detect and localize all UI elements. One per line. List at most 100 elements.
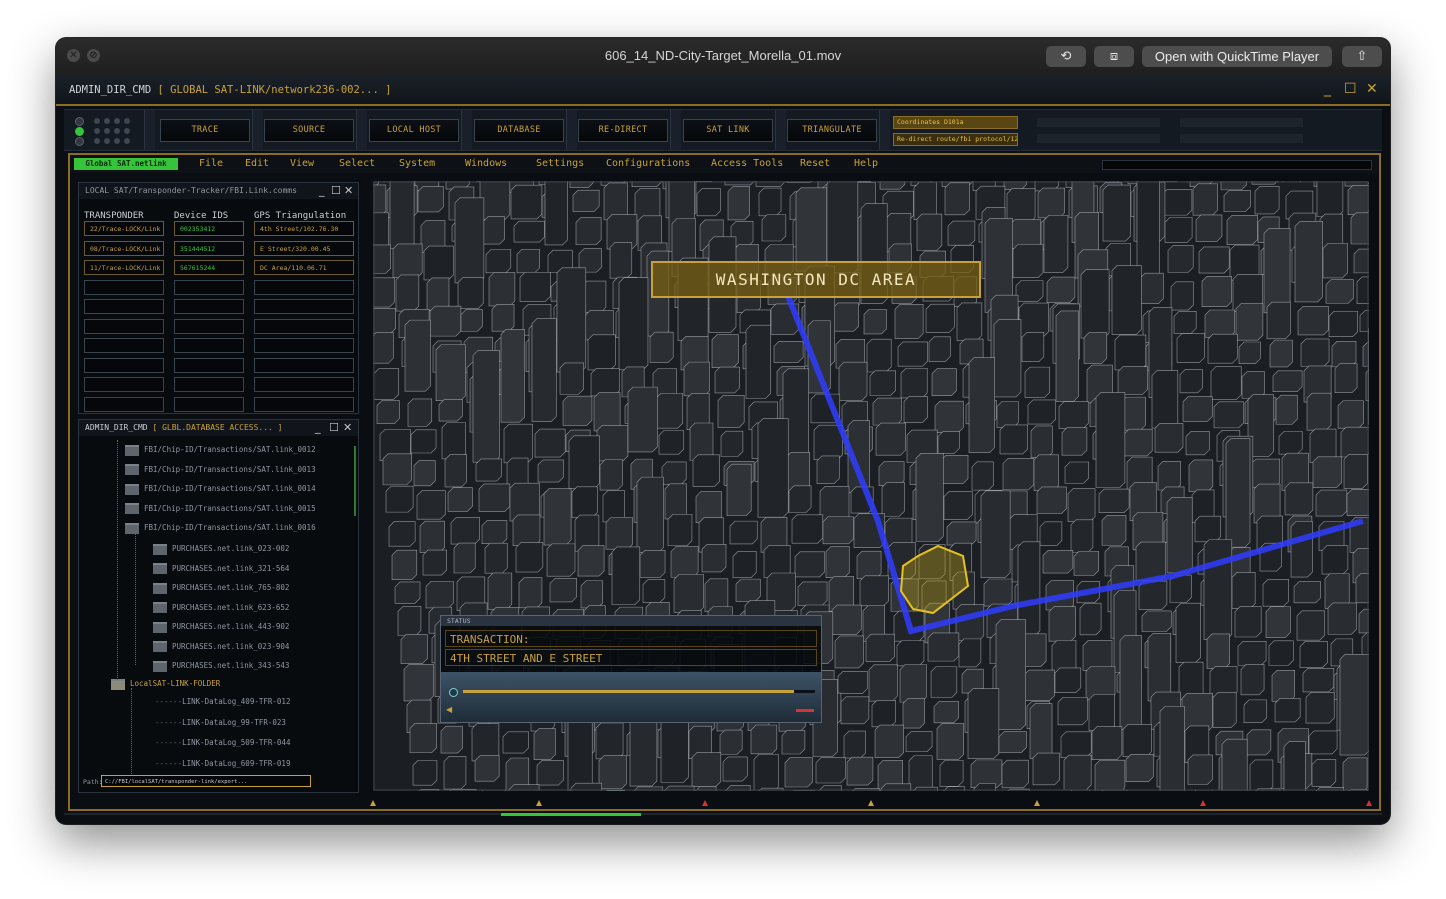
menu-system[interactable]: System — [399, 158, 435, 170]
building — [1322, 243, 1348, 279]
building — [1061, 427, 1088, 456]
volume-icon[interactable]: ◀ — [446, 705, 452, 714]
building — [1119, 635, 1142, 730]
building — [440, 725, 463, 754]
building — [1182, 396, 1213, 422]
menu-global-sat[interactable]: Global SAT.netlink — [74, 158, 178, 170]
building — [1033, 454, 1059, 491]
close-icon[interactable]: ✕ — [343, 422, 352, 434]
minimize-icon[interactable]: _ — [319, 185, 325, 197]
purchase-folder[interactable]: PURCHASES.net.link_623-652 — [153, 602, 289, 614]
building — [1321, 545, 1349, 575]
transaction-folder[interactable]: FBI/Chip-ID/Transactions/SAT.link_0016 — [125, 522, 316, 534]
menu-windows[interactable]: Windows — [465, 158, 507, 170]
menu-select[interactable]: Select — [339, 158, 375, 170]
datalog-item[interactable]: ------LINK-DataLog_409-TFR-012 — [155, 696, 290, 708]
local-sat-folder[interactable]: LocalSAT-LINK-FOLDER — [111, 678, 220, 690]
transaction-folder[interactable]: FBI/Chip-ID/Transactions/SAT.link_0015 — [125, 503, 316, 515]
building — [1331, 341, 1357, 368]
menu-view[interactable]: View — [290, 158, 314, 170]
building — [1316, 181, 1344, 217]
menu-reset[interactable]: Reset — [800, 158, 830, 170]
rotate-icon[interactable]: ⟲ — [1046, 46, 1086, 67]
table-cell[interactable]: DC Area/110.06.71 — [254, 260, 354, 275]
minimize-icon[interactable]: _ — [315, 422, 321, 434]
building — [450, 517, 480, 545]
building — [726, 463, 752, 517]
building — [559, 362, 584, 395]
toolbar-separator — [566, 110, 577, 150]
building — [955, 604, 985, 642]
play-icon[interactable] — [449, 688, 458, 697]
share-icon[interactable]: ⇧ — [1342, 46, 1382, 67]
purchase-folder[interactable]: PURCHASES.net.link_765-802 — [153, 582, 289, 594]
scrollbar[interactable] — [354, 446, 356, 516]
building — [373, 368, 400, 400]
building — [479, 181, 511, 220]
purchase-folder[interactable]: PURCHASES.net.link_321-564 — [153, 563, 289, 575]
building — [868, 664, 898, 702]
building — [611, 546, 641, 606]
maximize-icon[interactable]: ☐ — [1344, 81, 1357, 97]
purchase-folder[interactable]: PURCHASES.net.link_023-904 — [153, 641, 289, 653]
table-cell[interactable]: 08/Trace-LOCK/Link — [84, 240, 164, 256]
maximize-icon[interactable]: ☐ — [331, 185, 341, 197]
city-map-view[interactable]: WASHINGTON DC AREA STATUS TRANSACTION: 4… — [373, 181, 1369, 791]
redirect-button[interactable]: RE-DIRECT — [578, 119, 668, 142]
menu-configurations[interactable]: Configurations — [606, 158, 690, 170]
menu-file[interactable]: File — [199, 158, 223, 170]
building — [460, 309, 483, 332]
main-frame: Global SAT.netlink File Edit View Select… — [68, 153, 1381, 811]
table-cell[interactable]: 4th Street/102.76.30 — [254, 221, 354, 236]
datalog-item[interactable]: ------LINK-DataLog_509-TFR-044 — [155, 737, 290, 749]
building — [1060, 731, 1092, 758]
table-cell[interactable]: 002353412 — [174, 221, 244, 236]
table-cell[interactable]: 567615244 — [174, 260, 244, 275]
building — [1251, 181, 1279, 185]
table-cell[interactable]: E Street/320.00.45 — [254, 240, 354, 256]
folder-icon — [125, 464, 139, 475]
path-input[interactable]: C://FBI/localSAT/transponder-link/export… — [101, 775, 311, 787]
datalog-item[interactable]: ------LINK-DataLog_99-TFR-023 — [155, 717, 286, 729]
maximize-icon[interactable]: ☐ — [329, 422, 339, 434]
menu-settings[interactable]: Settings — [536, 158, 584, 170]
tree-item-label: LINK-DataLog_509-TFR-044 — [182, 738, 291, 747]
menu-access-tools[interactable]: Access Tools — [711, 158, 783, 170]
building — [916, 213, 943, 251]
close-icon[interactable]: ✕ — [344, 185, 353, 197]
menu-help[interactable]: Help — [854, 158, 878, 170]
triangulate-button[interactable]: TRIANGULATE — [787, 119, 877, 142]
transaction-folder[interactable]: FBI/Chip-ID/Transactions/SAT.link_0014 — [125, 483, 316, 495]
building — [1083, 332, 1108, 364]
purchase-folder[interactable]: PURCHASES.net.link_343-543 — [153, 660, 289, 672]
minimize-icon[interactable]: _ — [1324, 81, 1331, 97]
building — [447, 487, 473, 512]
menu-edit[interactable]: Edit — [245, 158, 269, 170]
table-cell[interactable]: 22/Trace-LOCK/Link — [84, 221, 164, 236]
datalog-item[interactable]: ------LINK-DataLog_609-TFR-019 — [155, 758, 290, 770]
open-with-quicktime-button[interactable]: Open with QuickTime Player — [1142, 46, 1332, 67]
local-host-button[interactable]: LOCAL HOST — [369, 119, 459, 142]
database-button[interactable]: DATABASE — [474, 119, 564, 142]
sat-link-button[interactable]: SAT LINK — [683, 119, 773, 142]
table-cell[interactable]: 11/Trace-LOCK/Link — [84, 260, 164, 275]
source-button[interactable]: SOURCE — [264, 119, 354, 142]
transaction-folder[interactable]: FBI/Chip-ID/Transactions/SAT.link_0013 — [125, 464, 316, 476]
building — [758, 187, 782, 217]
close-icon[interactable]: ✕ — [1366, 81, 1378, 97]
table-cell[interactable]: 351444512 — [174, 240, 244, 256]
building — [946, 521, 977, 546]
building — [397, 606, 422, 636]
trim-icon[interactable]: ⧈ — [1094, 46, 1134, 67]
building — [1194, 515, 1221, 543]
building — [403, 664, 434, 702]
building — [1032, 752, 1060, 786]
building — [425, 581, 454, 609]
purchase-folder[interactable]: PURCHASES.net.link_023-002 — [153, 543, 289, 555]
building — [1122, 724, 1152, 757]
building — [1151, 370, 1179, 429]
purchase-folder[interactable]: PURCHASES.net.link_443-902 — [153, 621, 289, 633]
trace-button[interactable]: TRACE — [160, 119, 250, 142]
building — [940, 455, 969, 484]
transaction-folder[interactable]: FBI/Chip-ID/Transactions/SAT.link_0012 — [125, 444, 316, 456]
